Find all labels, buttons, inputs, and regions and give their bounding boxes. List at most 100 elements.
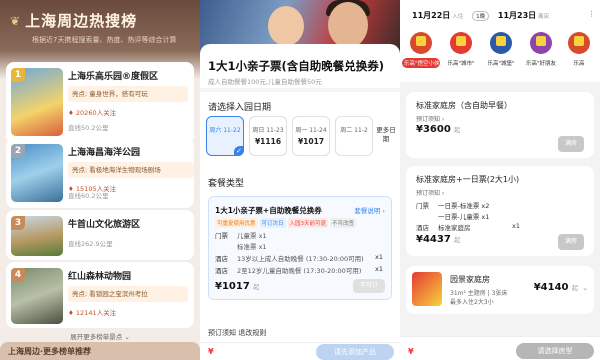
add-product-button[interactable]: 请先添加产品 (316, 344, 394, 360)
package-row: 酒店 13岁以上成人自助晚餐 (17:30-20:00可用) x1 (215, 253, 383, 263)
distance: 直线50.2公里 (68, 124, 109, 132)
chevron-down-icon[interactable]: ⌄ (582, 284, 588, 292)
room-filter-2[interactable]: 乐高"城市" (442, 32, 480, 68)
date-option-1[interactable]: 周六 11-22 ✓ (206, 116, 244, 156)
row-value: 2至12岁儿童自助晚餐 (17:30-20:00可用) (237, 267, 362, 275)
filter-label: 乐高"悟空小侠" (402, 58, 442, 68)
row-qty: x1 (375, 253, 383, 261)
filter-icon[interactable]: ⋮ (588, 10, 595, 18)
attraction-name: 牛首山文化旅游区 (68, 220, 141, 230)
date-price: ¥1017 (297, 137, 325, 146)
row-key: 酒店 (416, 224, 429, 232)
ranking-title-text: 上海周边热搜榜 (25, 12, 138, 30)
price-suffix: 起 (454, 127, 461, 134)
row-qty: x1 (512, 222, 520, 230)
package-info-link[interactable]: 套餐说明 › (354, 205, 385, 215)
sold-out-button[interactable]: 满房 (558, 136, 584, 152)
rank-badge: 3 (11, 216, 25, 230)
lego-figure-icon (490, 32, 512, 54)
row-value: 儿童票 x1 (237, 232, 267, 240)
room-card-2[interactable]: 标准家庭房+一日票(2大1小) 预订须知 › 门票 一日票-标准票 x2 一日票-… (406, 166, 594, 256)
row-value: 标准票 x1 (237, 243, 267, 251)
attraction-name: 红山森林动物园 (68, 272, 132, 282)
package-tag: 入园3天前可退 (287, 218, 329, 228)
unavailable-button[interactable]: 不可订 (353, 279, 385, 293)
date-option-4[interactable]: 周二 11-2 (335, 116, 373, 156)
heat-text: 20260人关注 (75, 109, 117, 117)
more-dates-button[interactable]: 更多日期 (376, 126, 396, 144)
ranking-item-1[interactable]: 1 上海乐高乐园®度假区 亮点: 童身世界，搭有可玩 ♦ 20260人关注 直线… (6, 62, 194, 144)
sold-out-button[interactable]: 满房 (558, 234, 584, 250)
rank-badge: 2 (11, 144, 25, 158)
package-row: 酒店 2至12岁儿童自助晚餐 (17:30-20:00可用) x1 (215, 265, 383, 275)
hotel-header: 11月22日 入住 1晚 11月23日 离店 ⋮ 乐高"悟空小侠" 乐高"城市" 乐… (400, 0, 600, 82)
stay-dates[interactable]: 11月22日 入住 1晚 11月23日 离店 (412, 10, 549, 21)
filter-label: 乐高"城堡" (487, 61, 515, 67)
checkout-date: 11月23日 (497, 11, 537, 20)
room-filter-1[interactable]: 乐高"悟空小侠" (402, 32, 442, 68)
rank-badge: 4 (11, 268, 25, 282)
row-value: 一日票-儿童票 x1 (438, 213, 490, 221)
screenshot-stage: ❦ 上海周边热搜榜 根据近7天携程搜索量、热度、热评等综合计算 1 上海乐高乐园… (0, 0, 600, 360)
price-value: ¥4437 (416, 234, 451, 245)
row-value: 标准家庭房 (438, 224, 471, 232)
room-filter-5[interactable]: 乐高 (560, 32, 598, 68)
nights-badge: 1晚 (472, 11, 490, 21)
expand-more-text: 展开更多榜单景点 (70, 333, 123, 341)
rank-badge: 1 (11, 68, 25, 82)
package-tags: 可重复使用优惠 可订次日 入园3天前可退 不可改签 (215, 218, 357, 228)
room-title: 园景家庭房 (450, 275, 490, 284)
price-value: ¥3600 (416, 124, 451, 135)
room-card-3[interactable]: 园景家庭房 31m² 主题房 | 3张床 最多入住2大3小 ¥4140 起 ⌄ (406, 266, 594, 314)
price-suffix: 起 (454, 237, 461, 244)
date-label: 周六 11-22 (209, 127, 241, 134)
select-room-button[interactable]: 请选择房型 (516, 343, 594, 359)
product-title: 1大1小亲子票(含自助晚餐兑换券) (208, 59, 385, 73)
filter-label: 乐高"城市" (447, 61, 475, 67)
room-title: 标准家庭房+一日票(2大1小) (416, 175, 520, 184)
ranking-title: ❦ 上海周边热搜榜 (10, 10, 190, 31)
attraction-highlight: 亮点: 看锁园之宝滨州考拉 (68, 286, 188, 302)
attraction-highlight: 亮点: 童身世界，搭有可玩 (68, 86, 188, 102)
divider (200, 88, 400, 92)
lego-figure-icon (530, 32, 552, 54)
child-figure (268, 6, 304, 46)
package-section-title: 套餐类型 (208, 179, 245, 189)
room-title: 标准家庭房（含自助早餐） (416, 101, 512, 110)
checkout-tag: 离店 (538, 14, 550, 20)
lego-figure-icon (450, 32, 472, 54)
room-row: 一日票-儿童票 x1 (416, 211, 489, 221)
ranking-item-2[interactable]: 2 上海海昌海洋公园 亮点: 看极地海洋生物现场剧场 ♦ 15105人关注 直线… (6, 138, 194, 208)
ranking-header: ❦ 上海周边热搜榜 根据近7天携程搜索量、热度、热评等综合计算 (0, 0, 200, 58)
date-option-3[interactable]: 周一 11-24 ¥1017 (292, 116, 330, 156)
price-suffix: 起 (571, 285, 578, 292)
room-row: 酒店 标准家庭房 x1 (416, 222, 520, 232)
date-option-2[interactable]: 周日 11-23 ¥1116 (249, 116, 287, 156)
package-card[interactable]: 1大1小亲子票+自助晚餐兑换券 套餐说明 › 可重复使用优惠 可订次日 入园3天… (208, 196, 392, 300)
booking-notice-link[interactable]: 预订须知 › (416, 114, 444, 123)
room-filter-4[interactable]: 乐高"好朋友 (522, 32, 560, 68)
filter-label: 乐高 (573, 61, 585, 67)
lego-figure-icon (410, 32, 432, 54)
ranking-panel: ❦ 上海周边热搜榜 根据近7天携程搜索量、热度、热评等综合计算 1 上海乐高乐园… (0, 0, 200, 360)
booking-notice-tabs[interactable]: 预订须知 退改规则 (208, 328, 266, 338)
ranking-item-4[interactable]: 4 红山森林动物园 亮点: 看锁园之宝滨州考拉 ♦ 12141人关注 (6, 262, 194, 328)
distance: 直线262.9公里 (68, 240, 113, 248)
expand-more-link[interactable]: 展开更多榜单景点 ⌄ (0, 331, 200, 341)
row-qty: x1 (375, 265, 383, 273)
room-photo (412, 272, 442, 306)
room-filter-3[interactable]: 乐高"城堡" (482, 32, 520, 68)
date-label: 周二 11-2 (340, 127, 368, 134)
row-value: 一日票-标准票 x2 (438, 202, 490, 210)
total-price: ¥ (208, 347, 214, 356)
ranking-item-3[interactable]: 3 牛首山文化旅游区 直线262.9公里 (6, 210, 194, 260)
package-price: ¥1017 起 (215, 281, 259, 292)
more-rankings-header: 上海周边·更多榜单推荐 (0, 342, 200, 360)
package-title: 1大1小亲子票+自助晚餐兑换券 (215, 206, 322, 215)
room-card-1[interactable]: 标准家庭房（含自助早餐） 预订须知 › ¥3600 起 满房 (406, 92, 594, 158)
row-key: 酒店 (215, 267, 228, 275)
adult-figure (328, 2, 368, 48)
heat-count: ♦ 20260人关注 (68, 109, 117, 117)
room-price: ¥4437 起 (416, 234, 460, 245)
booking-notice-link[interactable]: 预订须知 › (416, 188, 444, 197)
